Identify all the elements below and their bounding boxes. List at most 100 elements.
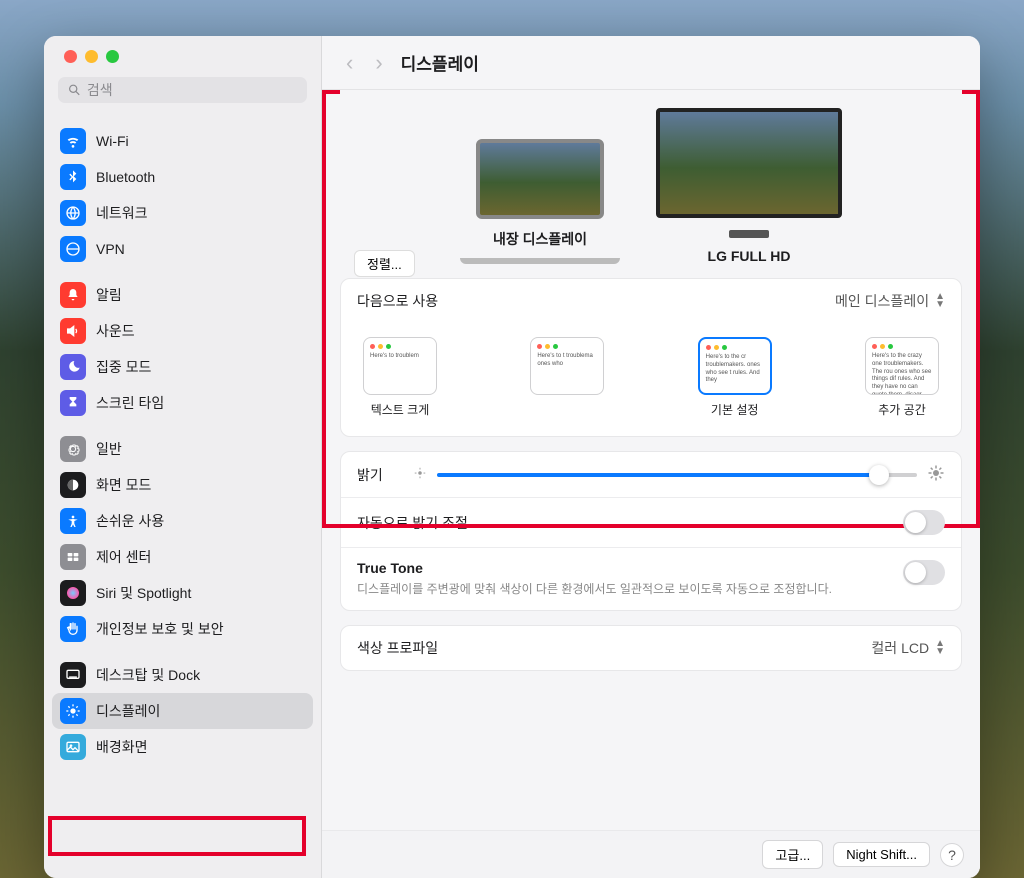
displays-area: 정렬... 내장 디스플레이LG FULL HD xyxy=(340,90,962,264)
content: 정렬... 내장 디스플레이 LG FULL HD 다음으로 사용 메인 디스플레… xyxy=(322,90,980,878)
vpn-icon xyxy=(60,236,86,262)
sidebar-item-label: 개인정보 보호 및 보안 xyxy=(96,619,224,639)
sidebar-item-gear[interactable]: 일반 xyxy=(52,431,313,467)
sidebar-item-wifi[interactable]: Wi-Fi xyxy=(52,123,313,159)
bell-icon xyxy=(60,282,86,308)
resolution-option[interactable]: Here's to the cr troublemakers. ones who… xyxy=(698,337,772,418)
group-use-as: 다음으로 사용 메인 디스플레이 ▲▼ Here's to troublem텍스… xyxy=(340,278,962,437)
speaker-icon xyxy=(60,318,86,344)
chevron-updown-icon: ▲▼ xyxy=(935,293,945,309)
sidebar-item-label: 배경화면 xyxy=(96,737,148,757)
color-profile-popup[interactable]: 컬러 LCD ▲▼ xyxy=(871,638,945,658)
accessibility-icon xyxy=(60,508,86,534)
minimize-icon[interactable] xyxy=(85,50,98,63)
auto-brightness-label: 자동으로 밝기 조절 xyxy=(357,513,468,533)
resolution-option[interactable]: Here's to the crazy one troublemakers. T… xyxy=(865,337,939,418)
sidebar-item-dock[interactable]: 데스크탑 및 Dock xyxy=(52,657,313,693)
true-tone-row: True Tone 디스플레이를 주변광에 맞춰 색상이 다른 환경에서도 일관… xyxy=(341,547,961,610)
use-as-popup[interactable]: 메인 디스플레이 ▲▼ xyxy=(835,291,945,311)
sidebar-item-label: VPN xyxy=(96,241,125,257)
sidebar-item-label: 네트워크 xyxy=(96,203,148,223)
appearance-icon xyxy=(60,472,86,498)
sidebar-item-vpn[interactable]: VPN xyxy=(52,231,313,267)
sidebar-item-bluetooth[interactable]: Bluetooth xyxy=(52,159,313,195)
resolution-option[interactable]: Here's to t troublema ones who xyxy=(530,337,604,418)
sidebar-item-hand[interactable]: 개인정보 보호 및 보안 xyxy=(52,611,313,647)
sidebar-item-label: 집중 모드 xyxy=(96,357,151,377)
forward-button[interactable]: › xyxy=(371,50,386,76)
arrange-button[interactable]: 정렬... xyxy=(354,250,415,277)
sidebar-item-siri[interactable]: Siri 및 Spotlight xyxy=(52,575,313,611)
bottom-bar: 고급... Night Shift... ? xyxy=(322,830,980,878)
siri-icon xyxy=(60,580,86,606)
control-icon xyxy=(60,544,86,570)
resolution-thumb: Here's to troublem xyxy=(363,337,437,395)
true-tone-label: True Tone xyxy=(357,560,423,576)
search-field[interactable] xyxy=(58,77,307,103)
group-brightness: 밝기 자동으로 밝기 조절 True Tone xyxy=(340,451,962,611)
sidebar-item-hourglass[interactable]: 스크린 타임 xyxy=(52,385,313,421)
sidebar-item-bell[interactable]: 알림 xyxy=(52,277,313,313)
sidebar-item-appearance[interactable]: 화면 모드 xyxy=(52,467,313,503)
sidebar-item-label: 디스플레이 xyxy=(96,701,160,721)
dock-icon xyxy=(60,662,86,688)
auto-brightness-row: 자동으로 밝기 조절 xyxy=(341,497,961,547)
page-title: 디스플레이 xyxy=(401,50,479,75)
sidebar-item-wallpaper[interactable]: 배경화면 xyxy=(52,729,313,765)
resolution-thumb: Here's to t troublema ones who xyxy=(530,337,604,395)
resolution-option[interactable]: Here's to troublem텍스트 크게 xyxy=(363,337,437,418)
sun-large-icon xyxy=(927,464,945,485)
wifi-icon xyxy=(60,128,86,154)
advanced-button[interactable]: 고급... xyxy=(762,840,823,869)
stand xyxy=(729,230,769,238)
sidebar-item-brightness[interactable]: 디스플레이 xyxy=(52,693,313,729)
sidebar-item-label: Bluetooth xyxy=(96,169,155,185)
sidebar-item-speaker[interactable]: 사운드 xyxy=(52,313,313,349)
gear-icon xyxy=(60,436,86,462)
true-tone-toggle[interactable] xyxy=(903,560,945,585)
sidebar-item-moon[interactable]: 집중 모드 xyxy=(52,349,313,385)
resolution-label: 기본 설정 xyxy=(711,401,759,418)
display-laptop[interactable]: 내장 디스플레이 xyxy=(460,139,620,264)
color-profile-row: 색상 프로파일 컬러 LCD ▲▼ xyxy=(341,626,961,670)
help-button[interactable]: ? xyxy=(940,843,964,867)
settings-window: Wi-Fi Bluetooth 네트워크 VPN 알림사운드집중 모드스크린 타임일반화… xyxy=(44,36,980,878)
sidebar-item-label: 제어 센터 xyxy=(96,547,151,567)
slider-knob[interactable] xyxy=(869,465,889,485)
sidebar-item-label: 알림 xyxy=(96,285,122,305)
brightness-label: 밝기 xyxy=(357,465,383,485)
sidebar-list: Wi-Fi Bluetooth 네트워크 VPN 알림사운드집중 모드스크린 타임일반화… xyxy=(44,109,321,878)
toolbar: ‹ › 디스플레이 xyxy=(322,36,980,90)
display-thumbnail xyxy=(656,108,842,218)
sidebar-item-network[interactable]: 네트워크 xyxy=(52,195,313,231)
resolution-thumb: Here's to the crazy one troublemakers. T… xyxy=(865,337,939,395)
brightness-slider[interactable] xyxy=(437,473,917,477)
back-button[interactable]: ‹ xyxy=(342,50,357,76)
sidebar-item-accessibility[interactable]: 손쉬운 사용 xyxy=(52,503,313,539)
sidebar-item-label: Wi-Fi xyxy=(96,133,129,149)
main-pane: ‹ › 디스플레이 정렬... 내장 디스플레이 LG FULL HD 다음으로 … xyxy=(322,36,980,878)
night-shift-button[interactable]: Night Shift... xyxy=(833,842,930,867)
sidebar-item-label: 사운드 xyxy=(96,321,135,341)
sidebar-item-label: 일반 xyxy=(96,439,122,459)
sidebar-item-label: 화면 모드 xyxy=(96,475,151,495)
sidebar-item-label: 스크린 타임 xyxy=(96,393,164,413)
monitors-row: 내장 디스플레이 LG FULL HD xyxy=(460,108,842,264)
brightness-icon xyxy=(60,698,86,724)
sidebar-item-control[interactable]: 제어 센터 xyxy=(52,539,313,575)
display-external[interactable]: LG FULL HD xyxy=(656,108,842,264)
wallpaper-icon xyxy=(60,734,86,760)
zoom-icon[interactable] xyxy=(106,50,119,63)
sun-small-icon xyxy=(413,466,427,483)
true-tone-desc: 디스플레이를 주변광에 맞춰 색상이 다른 환경에서도 일관적으로 보이도록 자… xyxy=(357,580,903,598)
hand-icon xyxy=(60,616,86,642)
display-thumbnail xyxy=(476,139,604,219)
auto-brightness-toggle[interactable] xyxy=(903,510,945,535)
resolution-label: 추가 공간 xyxy=(878,401,926,418)
close-icon[interactable] xyxy=(64,50,77,63)
resolution-thumb: Here's to the cr troublemakers. ones who… xyxy=(698,337,772,395)
chevron-updown-icon: ▲▼ xyxy=(935,640,945,656)
use-as-label: 다음으로 사용 xyxy=(357,291,438,311)
sidebar-item-label: 손쉬운 사용 xyxy=(96,511,164,531)
search-input[interactable] xyxy=(87,82,297,98)
